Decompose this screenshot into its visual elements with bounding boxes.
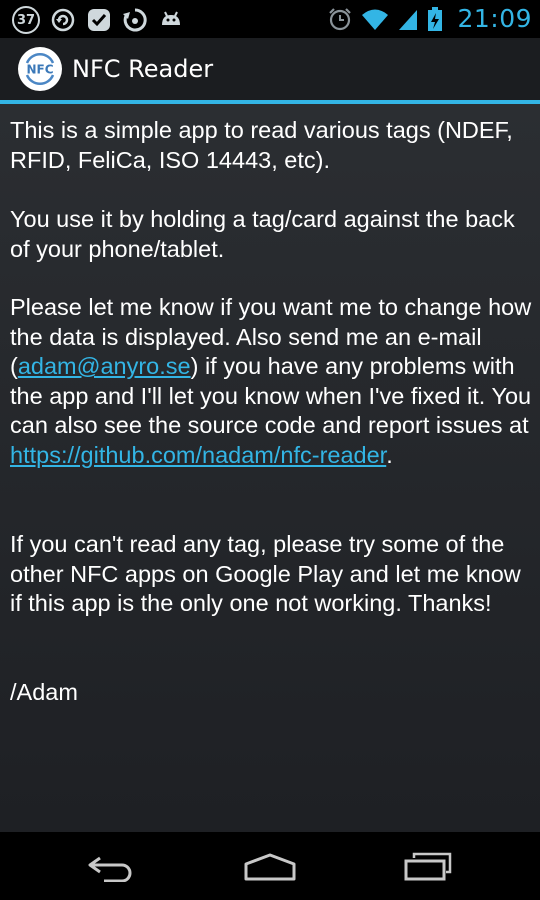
action-bar: NFC NFC Reader [0, 38, 540, 100]
troubleshooting-paragraph: If you can't read any tag, please try so… [10, 531, 521, 617]
system-icons: 21:09 [327, 4, 532, 33]
recycle-icon [123, 8, 147, 32]
signature: /Adam [10, 679, 78, 705]
wifi-icon [362, 9, 389, 30]
status-clock: 21:09 [457, 4, 532, 33]
contact-paragraph: Please let me know if you want me to cha… [10, 293, 532, 471]
notification-icons: 37 [12, 6, 184, 34]
navigation-bar [0, 832, 540, 900]
android-icon [162, 11, 180, 25]
about-content: This is a simple app to read various tag… [0, 104, 540, 832]
recent-apps-button[interactable] [400, 852, 456, 882]
check-icon [88, 9, 110, 31]
intro-paragraph: This is a simple app to read various tag… [10, 117, 513, 173]
signal-icon [399, 9, 418, 30]
app-title: NFC Reader [72, 55, 214, 83]
back-button[interactable] [84, 852, 140, 882]
alarm-icon [329, 7, 352, 30]
sync-icon [51, 8, 75, 32]
app-logo-text: NFC [26, 63, 53, 77]
status-bar: 37 21:09 [0, 0, 540, 38]
home-button[interactable] [242, 852, 298, 882]
notification-count-badge: 37 [12, 6, 40, 34]
app-logo-icon[interactable]: NFC [18, 47, 62, 91]
contact-text-3: . [386, 441, 393, 468]
usage-paragraph: You use it by holding a tag/card against… [10, 206, 515, 262]
github-link[interactable]: https://github.com/nadam/nfc-reader [10, 442, 386, 468]
battery-charging-icon [428, 6, 443, 31]
email-link[interactable]: adam@anyro.se [18, 353, 191, 379]
